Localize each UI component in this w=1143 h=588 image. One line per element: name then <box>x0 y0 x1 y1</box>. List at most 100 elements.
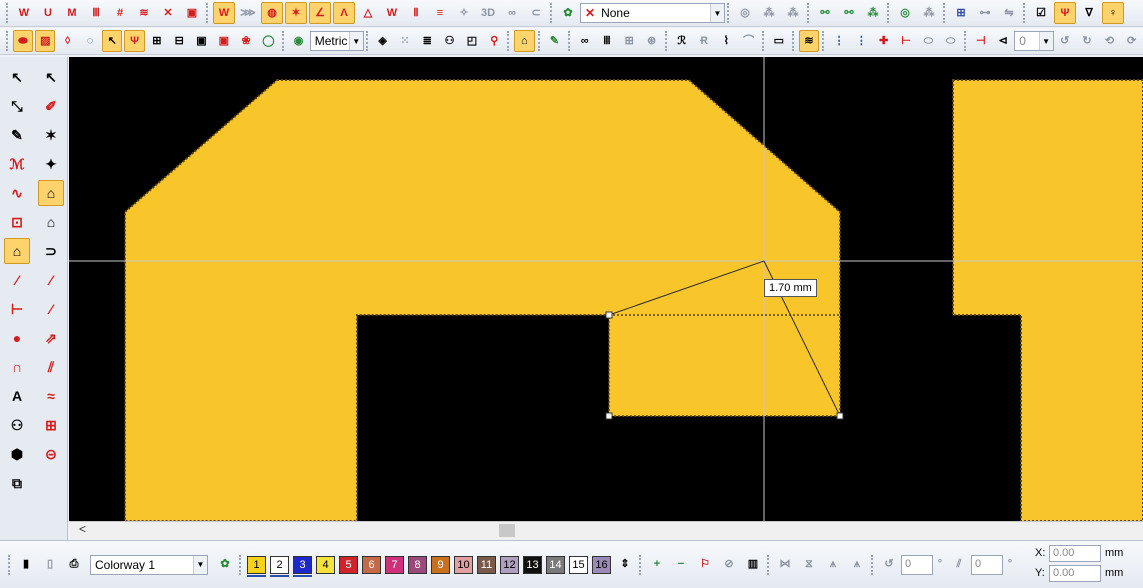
chain-icon[interactable]: ∞ <box>574 30 594 52</box>
house-shape-icon[interactable]: ⌂ <box>38 209 64 235</box>
sparkle-select-icon[interactable]: ✦ <box>38 151 64 177</box>
table-icon[interactable]: ⊟ <box>169 30 189 52</box>
dotted-line-icon[interactable]: ⋮ <box>829 30 849 52</box>
color-swatch[interactable]: 9 <box>431 555 450 574</box>
diagonal-icon[interactable]: ⫽ <box>38 354 64 380</box>
color-swatch[interactable]: 11 <box>477 555 496 574</box>
toolbar-grip[interactable] <box>507 31 511 51</box>
toolbar-grip[interactable] <box>1023 3 1027 23</box>
skew2-icon[interactable]: ⩚ <box>846 554 868 576</box>
chevron-down-icon[interactable]: ▼ <box>193 555 207 574</box>
coord-y-field[interactable]: 0.00 <box>1049 564 1101 582</box>
loop-icon[interactable]: ⊂ <box>525 2 547 24</box>
fill-stitch-icon[interactable]: # <box>109 2 131 24</box>
monitor-icon[interactable]: ▭ <box>769 30 789 52</box>
monogram-icon[interactable]: ⊞ <box>38 412 64 438</box>
toolbar-grip[interactable] <box>639 554 643 575</box>
figure-icon[interactable]: ♀ <box>1102 2 1124 24</box>
team-icon[interactable]: ⚇ <box>4 412 30 438</box>
color-swatch[interactable]: 13 <box>523 555 542 574</box>
color-swatch[interactable]: 4 <box>316 555 335 574</box>
component-icon[interactable]: ⊝ <box>38 441 64 467</box>
node-group-icon[interactable]: ⁂ <box>862 2 884 24</box>
hoop-icon[interactable]: ◈ <box>373 30 393 52</box>
toolbar-grip[interactable] <box>206 3 210 23</box>
text-tool-icon[interactable]: A <box>4 383 30 409</box>
picture-edit-icon[interactable]: ▣ <box>214 30 234 52</box>
color-swatch[interactable]: 3 <box>293 555 312 577</box>
toolbar-grip[interactable] <box>871 554 875 575</box>
reset-icon[interactable]: ⟲ <box>1099 30 1119 52</box>
italic-icon[interactable]: Ɍ <box>694 30 714 52</box>
color-wheel-icon[interactable]: ✿ <box>214 554 236 576</box>
toolbar-grip[interactable] <box>664 31 669 51</box>
split-icon[interactable]: ⊢ <box>896 30 916 52</box>
lasso-icon[interactable]: ◌ <box>80 30 100 52</box>
node-add-icon[interactable]: ⚯ <box>814 2 836 24</box>
rotate-icon[interactable]: ↺ <box>878 554 900 576</box>
bezier-icon[interactable]: ∿ <box>4 180 30 206</box>
target-icon[interactable]: ◎ <box>894 2 916 24</box>
design-canvas[interactable]: 1.70 mm <box>69 57 1143 521</box>
cursive-icon[interactable]: ℛ <box>672 30 692 52</box>
color-swatch[interactable]: 15 <box>569 555 588 574</box>
remove-color-icon[interactable]: − <box>670 554 692 576</box>
color-swatch[interactable]: 16 <box>592 555 611 574</box>
view-3d-button[interactable]: 3D <box>477 2 499 24</box>
color-swatch[interactable]: 1 <box>247 555 266 577</box>
wave-fill-icon[interactable]: ≋ <box>133 2 155 24</box>
toolbar-grip[interactable] <box>239 554 243 575</box>
texture-icon[interactable]: ⋙ <box>237 2 259 24</box>
trident-icon[interactable]: Ψ <box>124 30 145 52</box>
rotate-left-icon[interactable]: ↺ <box>1055 30 1075 52</box>
toolbar-grip[interactable] <box>943 3 947 23</box>
color-swatch[interactable]: 8 <box>408 555 427 574</box>
print-icon[interactable]: ⎙ <box>63 554 85 576</box>
ladder-icon[interactable]: Ⅱ <box>405 2 427 24</box>
measure-1-icon[interactable]: ⁄ <box>38 267 64 293</box>
distribute-icon[interactable]: ⊶ <box>974 2 996 24</box>
toolbar-grip[interactable] <box>537 31 542 51</box>
color-palette-icon[interactable]: ✿ <box>557 2 579 24</box>
pen-icon[interactable]: ✎ <box>4 122 30 148</box>
carved-icon[interactable]: ◍ <box>261 2 283 24</box>
slant-angle-field[interactable]: 0 <box>971 554 1003 575</box>
link-icon[interactable]: ∞ <box>501 2 523 24</box>
toolbar-grip[interactable] <box>567 31 572 51</box>
star-select-icon[interactable]: ✶ <box>38 122 64 148</box>
satin-stitch-icon[interactable]: W <box>13 2 35 24</box>
shape-icon[interactable]: ⊡ <box>4 209 30 235</box>
slant-icon[interactable]: ⫽ <box>948 554 970 576</box>
ellipse-fill-icon[interactable]: ⬬ <box>12 30 34 52</box>
mirror-icon[interactable]: ⇋ <box>998 2 1020 24</box>
rotate-angle-field[interactable]: 0 <box>901 554 933 575</box>
node-edit-icon[interactable]: ⤡ <box>4 93 30 119</box>
spiral-icon[interactable]: ⊛ <box>641 30 661 52</box>
group-icon[interactable]: ⁂ <box>758 2 780 24</box>
wizard-icon[interactable]: ✎ <box>544 30 564 52</box>
point-icon[interactable]: ↖ <box>102 30 123 52</box>
thread-combo[interactable]: ✕ None ▼ <box>580 3 725 23</box>
add-color-icon[interactable]: + <box>646 554 668 576</box>
transform-icon[interactable]: ⟳ <box>1122 30 1142 52</box>
embroidery-shape-right[interactable] <box>952 79 1143 521</box>
oval-icon[interactable]: ⬭ <box>918 30 938 52</box>
zigzag-icon[interactable]: W <box>381 2 403 24</box>
no-color-icon[interactable]: ⊘ <box>718 554 740 576</box>
serpentine-icon[interactable]: Ⅲ <box>597 30 617 52</box>
freehand-icon[interactable]: ℳ <box>4 151 30 177</box>
triangle-icon[interactable]: △ <box>357 2 379 24</box>
toolbar-grip[interactable] <box>727 3 731 23</box>
zoom-icon[interactable]: ◎ <box>734 2 756 24</box>
dot-grid-icon[interactable]: ⁙ <box>395 30 415 52</box>
skew-icon[interactable]: ⩚ <box>822 554 844 576</box>
color-swatch[interactable]: 2 <box>270 555 289 577</box>
checkbox-icon[interactable]: ☑ <box>1030 2 1052 24</box>
outline-tool-icon[interactable]: ⌂ <box>38 180 64 206</box>
angle-combo[interactable]: 0 ▼ <box>1014 31 1054 51</box>
color-swatch[interactable]: 10 <box>454 555 473 574</box>
select-arrow-icon[interactable]: ↖ <box>4 64 30 90</box>
scroll-left-icon[interactable]: < <box>79 522 86 536</box>
circle-icon[interactable]: ● <box>4 325 30 351</box>
toolbar-grip[interactable] <box>6 31 10 51</box>
